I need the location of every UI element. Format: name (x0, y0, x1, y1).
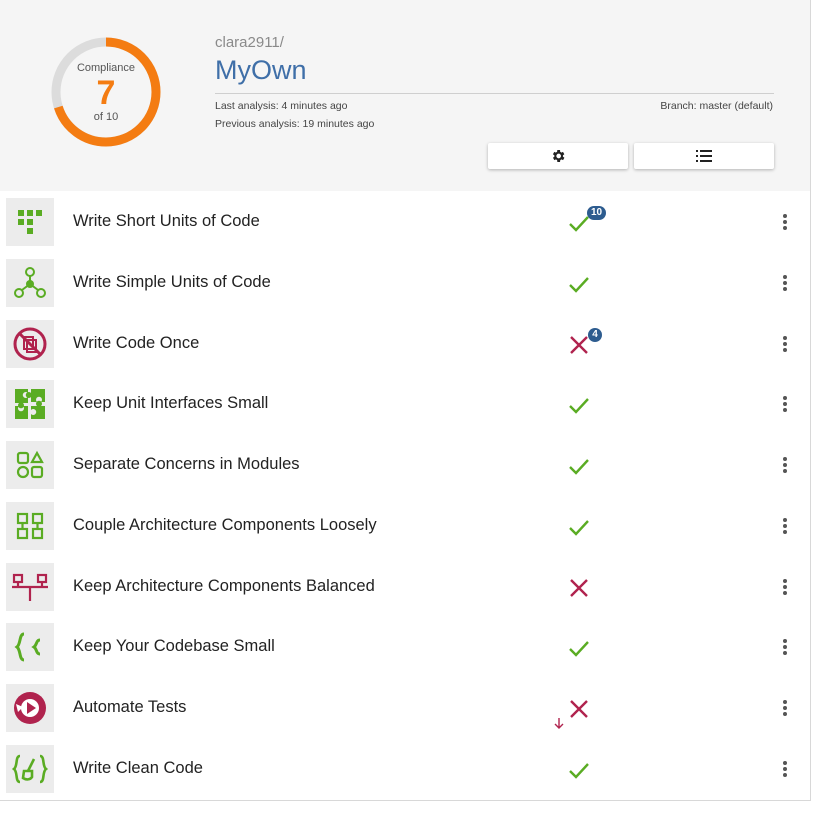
violation-count-badge: 4 (588, 328, 602, 342)
repo-owner[interactable]: clara2911/ (215, 34, 284, 51)
more-options-icon[interactable] (778, 212, 792, 232)
guideline-label: Automate Tests (73, 698, 187, 716)
pass-check-icon (566, 757, 592, 783)
guideline-row-short-units[interactable]: Write Short Units of Code 10 (0, 192, 810, 252)
clean-code-icon (12, 754, 48, 784)
icon-tile (6, 684, 54, 732)
more-options-icon[interactable] (778, 516, 792, 536)
guideline-label: Keep Architecture Components Balanced (73, 577, 375, 595)
icon-tile (6, 623, 54, 671)
pass-check-icon (566, 453, 592, 479)
icon-tile (6, 502, 54, 550)
puzzle-icon (15, 389, 45, 419)
guideline-label: Write Code Once (73, 334, 200, 352)
icon-tile (6, 441, 54, 489)
repo-name[interactable]: MyOwn (215, 55, 307, 86)
modules-icon (16, 450, 44, 479)
short-units-icon (18, 210, 42, 234)
more-options-icon[interactable] (778, 455, 792, 475)
more-options-icon[interactable] (778, 394, 792, 414)
guideline-label: Write Simple Units of Code (73, 273, 271, 291)
guideline-row-couple-loosely[interactable]: Couple Architecture Components Loosely (0, 496, 810, 556)
trend-down-icon (552, 715, 566, 731)
header-divider (215, 93, 774, 94)
icon-tile (6, 380, 54, 428)
pass-check-icon (566, 635, 592, 661)
violation-count-badge: 10 (587, 206, 607, 220)
previous-analysis: Previous analysis: 19 minutes ago (215, 118, 375, 130)
balanced-icon (12, 573, 48, 601)
icon-tile (6, 563, 54, 611)
more-options-icon[interactable] (778, 334, 792, 354)
more-options-icon[interactable] (778, 637, 792, 657)
pass-check-icon (566, 392, 592, 418)
icon-tile (6, 198, 54, 246)
guideline-row-code-once[interactable]: Write Code Once 4 (0, 314, 810, 374)
guideline-label: Write Short Units of Code (73, 212, 260, 230)
pass-check-icon (566, 514, 592, 540)
fail-cross-icon (566, 575, 592, 601)
more-options-icon[interactable] (778, 698, 792, 718)
guideline-row-simple-units[interactable]: Write Simple Units of Code (0, 253, 810, 313)
list-view-button[interactable] (634, 143, 774, 169)
list-icon (696, 150, 712, 162)
simple-units-icon (14, 267, 46, 298)
guideline-row-balanced[interactable]: Keep Architecture Components Balanced (0, 557, 810, 617)
compliance-gauge: Compliance 7 of 10 (48, 34, 164, 150)
settings-button[interactable] (488, 143, 628, 169)
gear-icon (552, 150, 565, 162)
components-icon (16, 512, 44, 540)
guideline-label: Write Clean Code (73, 759, 203, 777)
report-header: Compliance 7 of 10 clara2911/ MyOwn Last… (0, 0, 810, 191)
guideline-row-separate-concerns[interactable]: Separate Concerns in Modules (0, 435, 810, 495)
pass-check-icon (566, 271, 592, 297)
compliance-total: of 10 (93, 111, 119, 123)
icon-tile (6, 320, 54, 368)
guideline-label: Separate Concerns in Modules (73, 455, 300, 473)
braces-icon (14, 632, 41, 662)
guideline-label: Couple Architecture Components Loosely (73, 516, 377, 534)
icon-tile (6, 259, 54, 307)
guideline-row-unit-interfaces[interactable]: Keep Unit Interfaces Small (0, 374, 810, 434)
guideline-label: Keep Unit Interfaces Small (73, 394, 269, 412)
guideline-row-clean-code[interactable]: Write Clean Code (0, 739, 810, 799)
branch-info: Branch: master (default) (660, 100, 773, 112)
guideline-row-codebase-small[interactable]: Keep Your Codebase Small (0, 617, 810, 677)
more-options-icon[interactable] (778, 273, 792, 293)
compliance-value: 7 (96, 74, 116, 112)
more-options-icon[interactable] (778, 577, 792, 597)
more-options-icon[interactable] (778, 759, 792, 779)
code-once-icon (13, 327, 47, 361)
guideline-label: Keep Your Codebase Small (73, 637, 275, 655)
last-analysis: Last analysis: 4 minutes ago (215, 100, 348, 112)
automate-tests-icon (14, 692, 46, 724)
icon-tile (6, 745, 54, 793)
guideline-row-automate-tests[interactable]: Automate Tests (0, 678, 810, 738)
fail-cross-icon (566, 696, 592, 722)
